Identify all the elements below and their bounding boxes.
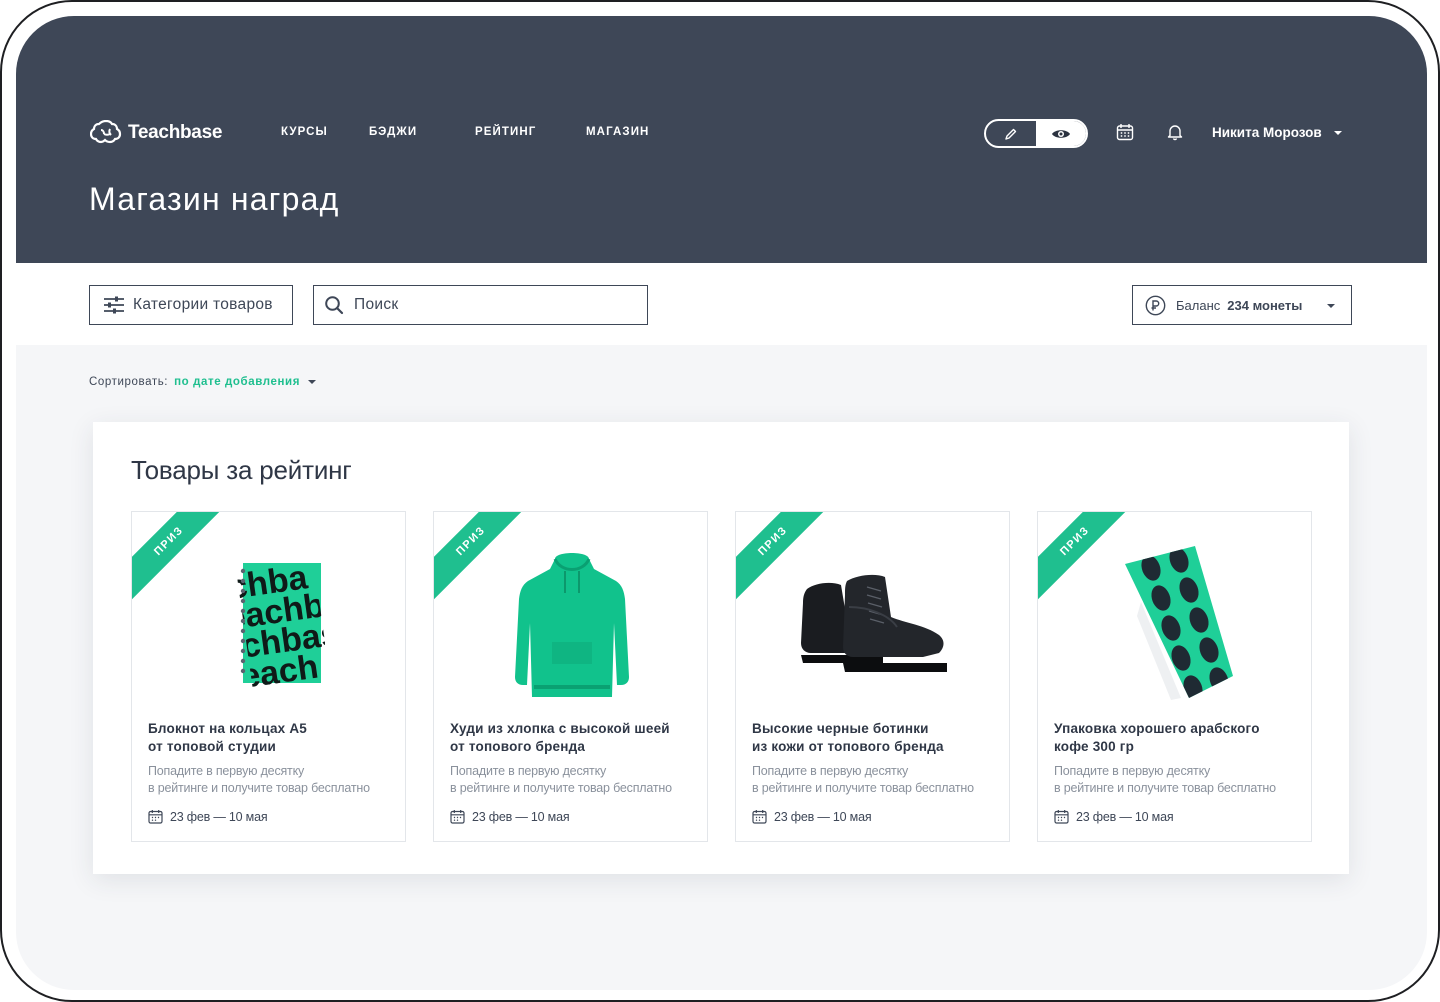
logo[interactable]: Teachbase [90,120,222,146]
eye-icon [1052,129,1070,138]
product-card[interactable]: ПРИЗ Высокие черные ботинки из кожи от т… [735,511,1010,842]
balance-amount: 234 монеты [1227,297,1303,313]
product-card[interactable]: ПРИЗ Худи из хлопка с высокой шеей от то… [433,511,708,842]
product-description-line: в рейтинге и получите товар бесплатно [1054,781,1276,795]
product-image-boots [736,542,1009,702]
categories-button[interactable]: Категории товаров [89,285,293,325]
product-date-range: 23 фев — 10 мая [774,809,872,824]
mode-toggle[interactable] [984,119,1088,148]
product-date-range: 23 фев — 10 мая [170,809,268,824]
balance-dropdown[interactable]: Баланс 234 монеты [1132,285,1352,325]
calendar-button[interactable] [1114,121,1136,143]
product-title-line: кофе 300 гр [1054,739,1135,754]
product-image-hoodie [434,542,707,702]
product-dates: 23 фев — 10 мая [1054,809,1174,824]
app-screen: Teachbase КУРСЫ БЭДЖИ РЕЙТИНГ МАГАЗИН Ма… [16,16,1427,990]
product-description: Попадите в первую десятку в рейтинге и п… [450,763,705,797]
edit-mode-button[interactable] [986,121,1036,146]
product-title-line: от топового бренда [450,739,586,754]
notifications-button[interactable] [1164,121,1186,143]
product-title[interactable]: Худи из хлопка с высокой шеей от топовог… [450,720,700,756]
nav-shop[interactable]: МАГАЗИН [586,126,649,138]
product-description-line: Попадите в первую десятку [752,764,909,778]
search-input[interactable] [354,296,634,314]
calendar-icon [450,810,465,824]
product-title-line: от топовой студии [148,739,276,754]
section-title: Товары за рейтинг [131,455,352,485]
calendar-icon [752,810,767,824]
coin-icon [1145,295,1166,315]
product-dates: 23 фев — 10 мая [752,809,872,824]
pencil-icon [1005,128,1017,140]
nav-courses[interactable]: КУРСЫ [281,126,328,138]
sort-label: Сортировать: [89,376,169,388]
chevron-down-icon[interactable] [308,380,317,384]
product-image-notebook: chba eachb achbas Teach [132,542,405,702]
logo-text: Teachbase [128,122,223,143]
product-description-line: Попадите в первую десятку [148,764,305,778]
product-title-line: Худи из хлопка с высокой шеей [450,721,670,736]
chevron-down-icon [1327,304,1335,308]
product-title-line: Высокие черные ботинки [752,721,929,736]
device-frame: Teachbase КУРСЫ БЭДЖИ РЕЙТИНГ МАГАЗИН Ма… [0,0,1440,1002]
product-description-line: Попадите в первую десятку [450,764,607,778]
page-title: Магазин наград [89,181,340,217]
product-date-range: 23 фев — 10 мая [1076,809,1174,824]
search-box[interactable] [313,285,648,325]
user-menu[interactable]: Никита Морозов [1212,125,1342,140]
product-date-range: 23 фев — 10 мая [472,809,570,824]
product-description: Попадите в первую десятку в рейтинге и п… [1054,763,1309,797]
top-header: Teachbase КУРСЫ БЭДЖИ РЕЙТИНГ МАГАЗИН Ма… [16,16,1427,263]
product-description: Попадите в первую десятку в рейтинге и п… [752,763,1007,797]
product-dates: 23 фев — 10 мая [148,809,268,824]
product-title[interactable]: Упаковка хорошего арабского кофе 300 гр [1054,720,1304,756]
product-description: Попадите в первую десятку в рейтинге и п… [148,763,403,797]
product-title-line: из кожи от топового бренда [752,739,944,754]
sort-value[interactable]: по дате добавления [174,376,300,388]
nav-badges[interactable]: БЭДЖИ [369,126,417,138]
product-title-line: Упаковка хорошего арабского [1054,721,1260,736]
calendar-icon [1054,810,1069,824]
calendar-icon [148,810,163,824]
product-image-coffee-pack [1038,542,1311,702]
search-icon [325,296,344,315]
product-title[interactable]: Высокие черные ботинки из кожи от топово… [752,720,1002,756]
chevron-down-icon [1333,130,1342,135]
view-mode-button[interactable] [1036,121,1086,146]
toolbar: Категории товаров Баланс 234 монеты [16,263,1427,345]
balance-label: Баланс [1176,297,1221,313]
product-description-line: в рейтинге и получите товар бесплатно [148,781,370,795]
product-dates: 23 фев — 10 мая [450,809,570,824]
products-panel: Товары за рейтинг chba eachb achbas Teac… [93,422,1349,874]
nav-rating[interactable]: РЕЙТИНГ [475,126,536,138]
bell-icon [1167,125,1183,141]
user-name: Никита Морозов [1212,125,1322,140]
product-description-line: в рейтинге и получите товар бесплатно [450,781,672,795]
filter-sliders-icon [104,296,124,314]
product-title-line: Блокнот на кольцах А5 [148,721,307,736]
calendar-icon [1116,124,1134,141]
sort-control: Сортировать: по дате добавления [89,376,317,388]
product-card[interactable]: ПРИЗ Упаковка хорошего арабского кофе 30… [1037,511,1312,842]
brain-logo-icon [90,120,122,144]
categories-label: Категории товаров [133,296,273,313]
product-title[interactable]: Блокнот на кольцах А5 от топовой студии [148,720,398,756]
product-card[interactable]: chba eachb achbas Teach ПРИЗ Блокнот на … [131,511,406,842]
product-description-line: в рейтинге и получите товар бесплатно [752,781,974,795]
product-description-line: Попадите в первую десятку [1054,764,1211,778]
